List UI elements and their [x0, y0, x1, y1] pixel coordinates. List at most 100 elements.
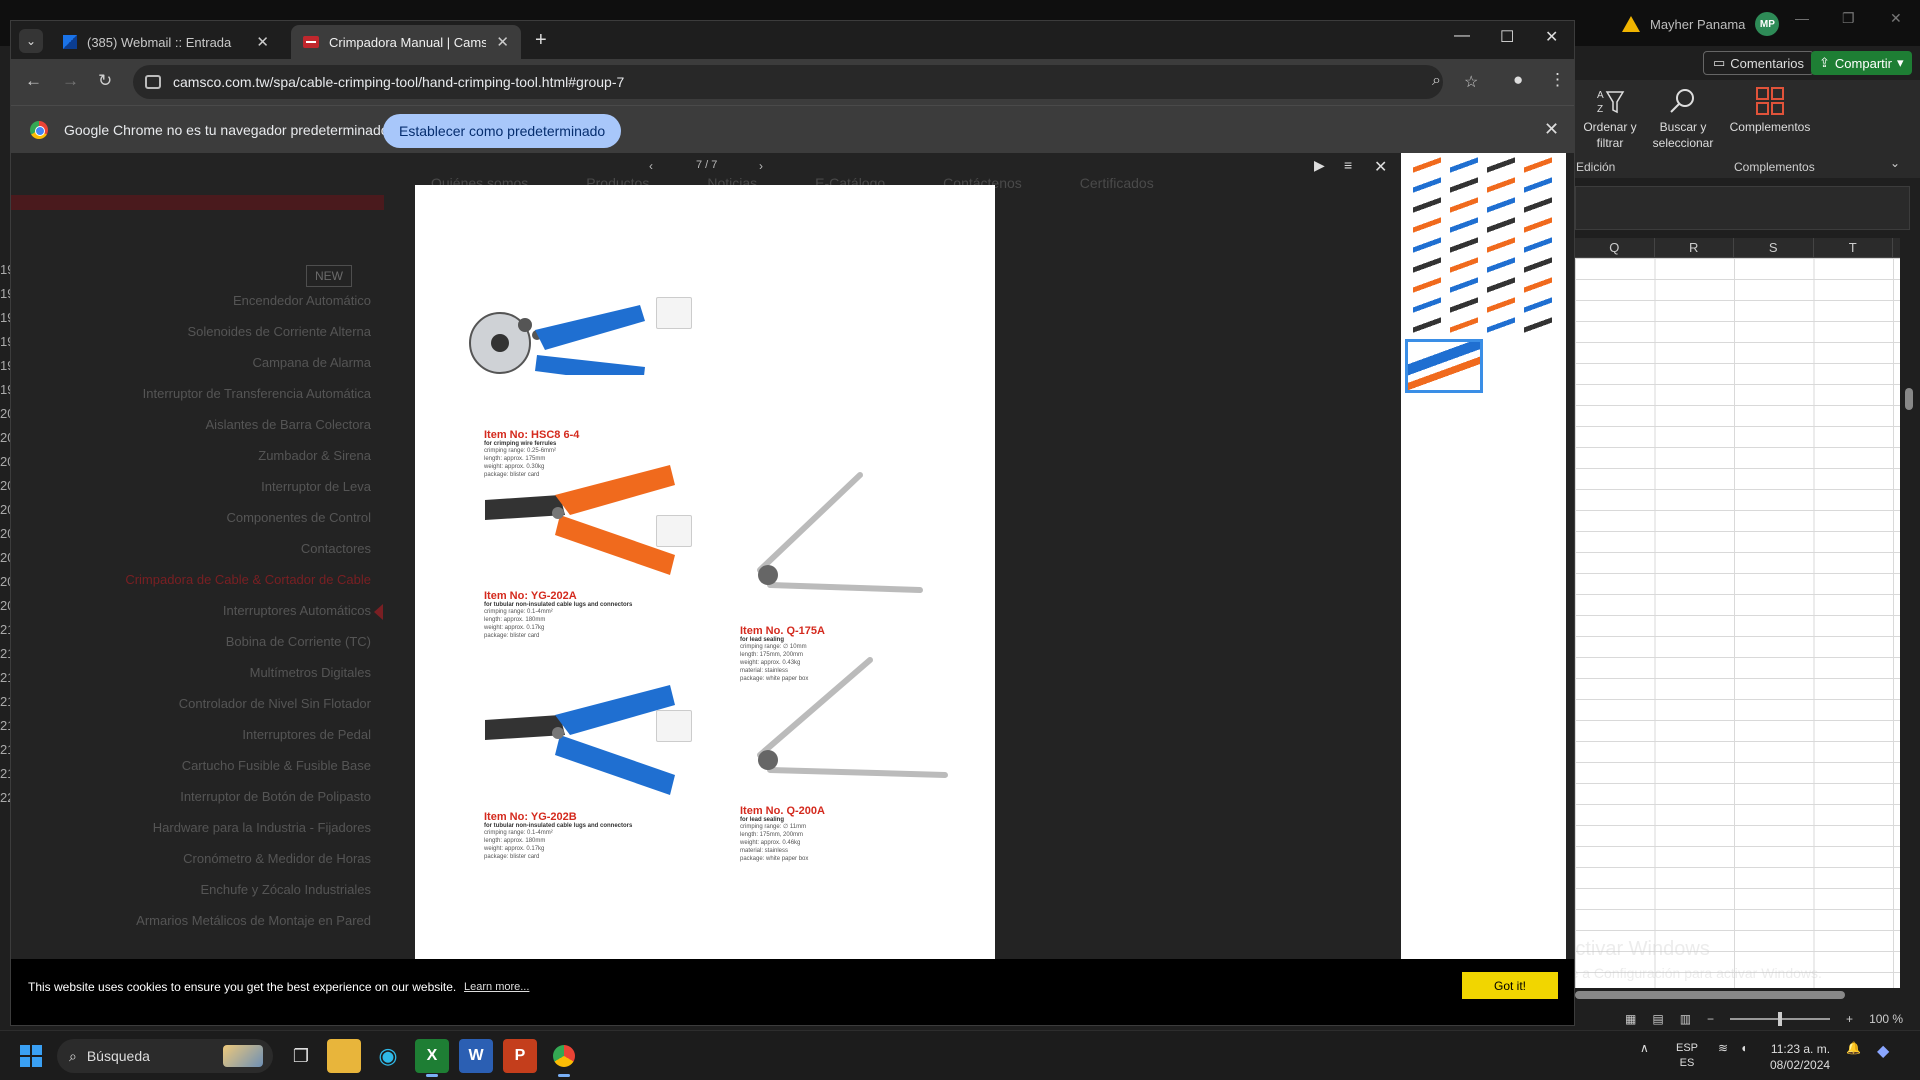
tab-search-button[interactable]: ⌄: [19, 29, 43, 53]
forward-icon[interactable]: →: [62, 71, 79, 91]
copilot-icon[interactable]: ◆: [1877, 1041, 1889, 1061]
thumbnail[interactable]: [1524, 317, 1552, 333]
site-info-icon[interactable]: [145, 75, 161, 89]
grid-menu-icon[interactable]: ≡: [1344, 157, 1352, 173]
close-icon[interactable]: ✕: [1545, 27, 1558, 47]
thumbnail[interactable]: [1413, 157, 1441, 173]
notification-bell-icon[interactable]: 🔔: [1846, 1041, 1861, 1055]
category-item[interactable]: Solenoides de Corriente Alterna: [31, 324, 371, 355]
thumbnail[interactable]: [1450, 317, 1478, 333]
category-item[interactable]: Crimpadora de Cable & Cortador de Cable: [31, 572, 371, 603]
wifi-icon[interactable]: ≋: [1718, 1041, 1728, 1055]
thumbnail[interactable]: [1450, 257, 1478, 273]
maximize-icon[interactable]: ☐: [1500, 27, 1514, 47]
category-item[interactable]: Multímetros Digitales: [31, 665, 371, 696]
new-tab-icon[interactable]: +: [535, 29, 547, 52]
category-item[interactable]: Armarios Metálicos de Montaje en Pared: [31, 913, 371, 944]
minimize-icon[interactable]: —: [1795, 10, 1809, 26]
thumbnail[interactable]: [1524, 297, 1552, 313]
close-infobar-icon[interactable]: ✕: [1544, 119, 1559, 140]
spreadsheet-grid[interactable]: [1575, 258, 1900, 988]
next-slide-icon[interactable]: ›: [759, 159, 763, 173]
thumbnail[interactable]: [1413, 197, 1441, 213]
tab-camsco[interactable]: Crimpadora Manual | Camsco E ✕: [291, 25, 521, 59]
thumbnail[interactable]: [1487, 157, 1515, 173]
zoom-level[interactable]: 100 %: [1869, 1012, 1903, 1026]
vertical-scrollbar[interactable]: [1902, 238, 1916, 988]
thumbnail[interactable]: [1524, 257, 1552, 273]
close-tab-icon[interactable]: ✕: [256, 33, 269, 51]
addins-button[interactable]: Complementos: [1725, 80, 1815, 135]
minimize-icon[interactable]: —: [1454, 27, 1470, 45]
comments-button[interactable]: ▭ Comentarios: [1703, 51, 1814, 75]
file-explorer-icon[interactable]: [327, 1039, 361, 1073]
thumbnail[interactable]: [1413, 277, 1441, 293]
thumbnail[interactable]: [1487, 257, 1515, 273]
zoom-icon[interactable]: ⌕: [1432, 72, 1441, 90]
category-item[interactable]: Interruptores Automáticos: [31, 603, 371, 634]
thumbnail[interactable]: [1413, 217, 1441, 233]
excel-icon[interactable]: X: [415, 1039, 449, 1077]
restore-icon[interactable]: ❐: [1842, 10, 1855, 27]
category-item[interactable]: Enchufe y Zócalo Industriales: [31, 882, 371, 913]
thumbnail[interactable]: [1450, 197, 1478, 213]
windows-start-icon[interactable]: [20, 1045, 42, 1067]
reload-icon[interactable]: ↻: [98, 71, 112, 91]
learn-more-link[interactable]: Learn more...: [464, 981, 529, 993]
taskbar-search[interactable]: ⌕ Búsqueda: [57, 1039, 273, 1073]
share-button[interactable]: ⇪ Compartir ▾: [1811, 51, 1912, 75]
back-icon[interactable]: ←: [25, 71, 42, 91]
thumbnail[interactable]: [1524, 277, 1552, 293]
column-header[interactable]: Q: [1575, 238, 1655, 257]
clock[interactable]: 11:23 a. m. 08/02/2024: [1770, 1041, 1830, 1073]
category-item[interactable]: Bobina de Corriente (TC): [31, 634, 371, 665]
category-item[interactable]: Campana de Alarma: [31, 355, 371, 386]
category-item[interactable]: Encendedor Automático: [31, 293, 371, 324]
category-item[interactable]: Contactores: [31, 541, 371, 572]
thumbnail[interactable]: [1487, 237, 1515, 253]
thumbnail-selected[interactable]: [1405, 339, 1483, 393]
zoom-slider[interactable]: [1730, 1012, 1831, 1026]
find-select-button[interactable]: Buscar y seleccionar: [1645, 80, 1721, 151]
thumbnail[interactable]: [1450, 177, 1478, 193]
category-item[interactable]: Interruptor de Botón de Polipasto: [31, 789, 371, 820]
sort-filter-button[interactable]: A Z Ordenar y filtrar: [1579, 80, 1641, 151]
got-it-button[interactable]: Got it!: [1462, 972, 1558, 999]
chrome-icon[interactable]: [547, 1039, 581, 1077]
category-item[interactable]: Interruptor de Transferencia Automática: [31, 386, 371, 417]
category-item[interactable]: Cartucho Fusible & Fusible Base: [31, 758, 371, 789]
category-item[interactable]: Aislantes de Barra Colectora: [31, 417, 371, 448]
play-icon[interactable]: ▶: [1314, 157, 1325, 174]
thumbnail[interactable]: [1524, 177, 1552, 193]
thumbnail[interactable]: [1413, 317, 1441, 333]
column-header[interactable]: T: [1814, 238, 1893, 257]
task-view-icon[interactable]: ❐: [284, 1039, 318, 1073]
excel-user[interactable]: Mayher Panama MP: [1622, 12, 1780, 36]
category-item[interactable]: Interruptor de Leva: [31, 479, 371, 510]
thumbnail[interactable]: [1487, 317, 1515, 333]
set-default-button[interactable]: Establecer como predeterminado: [383, 114, 622, 148]
category-item[interactable]: Zumbador & Sirena: [31, 448, 371, 479]
zoom-in-icon[interactable]: +: [1846, 1012, 1853, 1026]
chevron-down-icon[interactable]: ⌄: [1890, 156, 1900, 170]
thumbnail[interactable]: [1487, 177, 1515, 193]
bookmark-star-icon[interactable]: ☆: [1464, 72, 1478, 92]
volume-icon[interactable]: ◖: [1740, 1041, 1747, 1055]
thumbnail[interactable]: [1524, 157, 1552, 173]
column-header[interactable]: S: [1734, 238, 1814, 257]
formula-bar[interactable]: [1575, 186, 1910, 230]
thumbnail[interactable]: [1450, 237, 1478, 253]
thumbnail[interactable]: [1413, 177, 1441, 193]
close-icon[interactable]: ✕: [1890, 10, 1902, 27]
thumbnail[interactable]: [1487, 217, 1515, 233]
url-text[interactable]: camsco.com.tw/spa/cable-crimping-tool/ha…: [173, 74, 624, 90]
normal-view-icon[interactable]: ▦: [1625, 1012, 1636, 1026]
category-item[interactable]: Interruptores de Pedal: [31, 727, 371, 758]
close-lightbox-icon[interactable]: ✕: [1374, 157, 1387, 177]
thumbnail[interactable]: [1413, 237, 1441, 253]
thumbnail[interactable]: [1524, 197, 1552, 213]
thumbnail[interactable]: [1524, 217, 1552, 233]
page-break-icon[interactable]: ▥: [1680, 1012, 1691, 1026]
thumbnail[interactable]: [1413, 257, 1441, 273]
avatar[interactable]: MP: [1755, 12, 1780, 36]
